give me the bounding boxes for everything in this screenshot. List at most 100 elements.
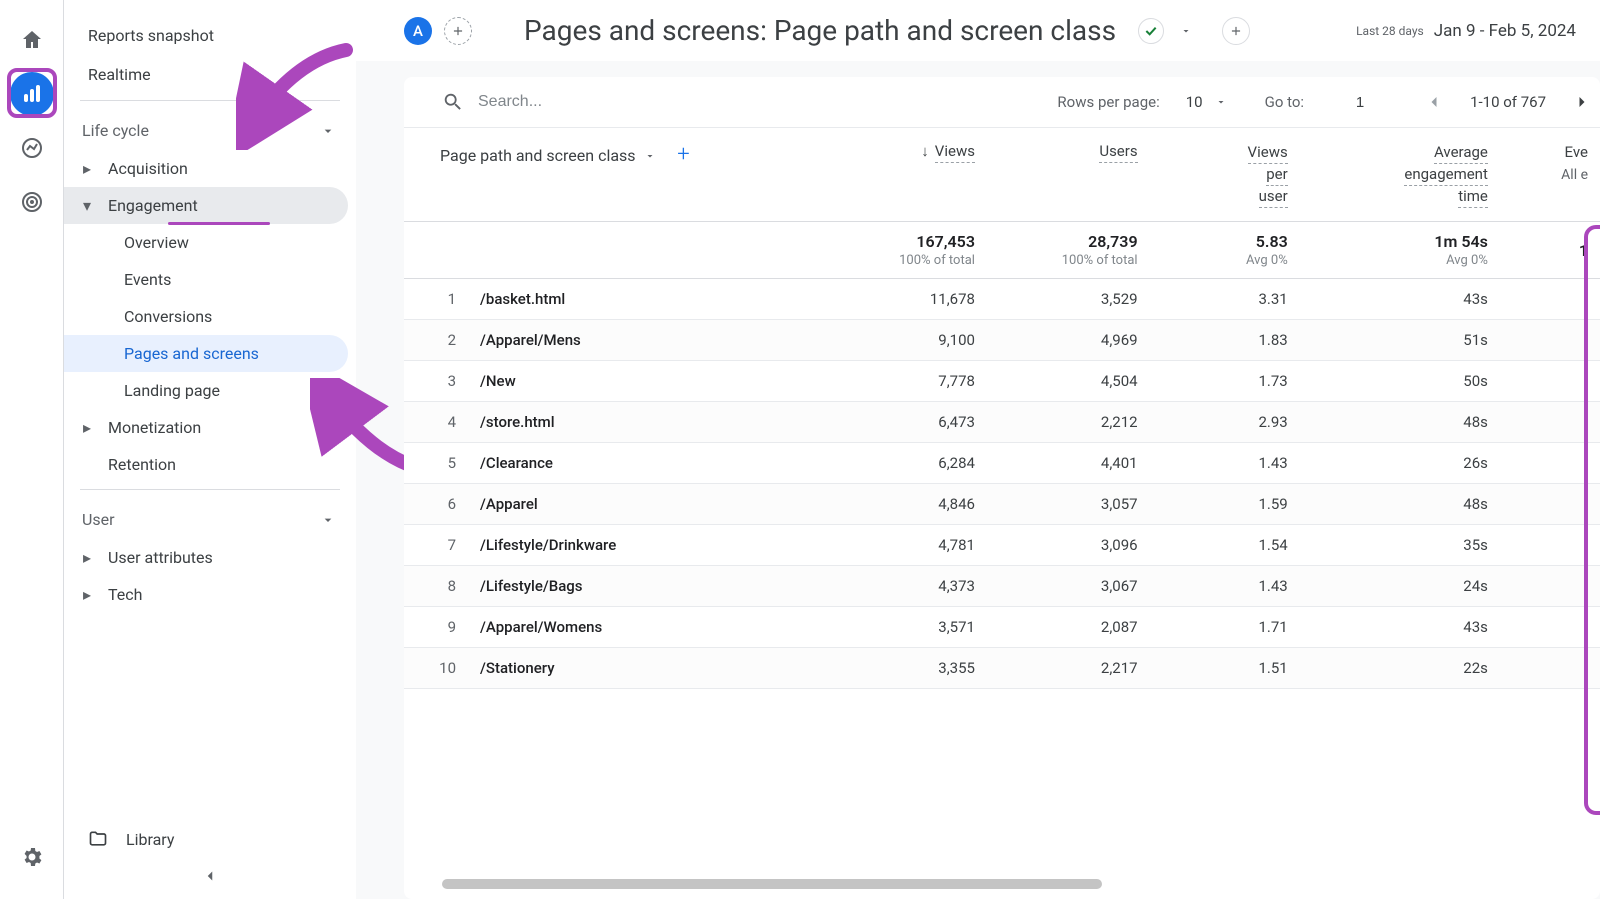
table-row[interactable]: 10/Stationery3,3552,2171.5122s [404, 648, 1600, 689]
sidebar-item-realtime[interactable]: Realtime [64, 55, 356, 94]
table-row[interactable]: 5/Clearance6,2844,4011.4326s [404, 443, 1600, 484]
sidebar-group-acquisition[interactable]: ▸ Acquisition [64, 150, 348, 187]
sidebar-group-tech[interactable]: ▸ Tech [64, 576, 348, 613]
row-views: 4,373 [849, 566, 987, 607]
add-comparison-button[interactable] [444, 17, 472, 45]
report-menu-dropdown[interactable] [1176, 25, 1196, 37]
chevron-left-icon [201, 867, 219, 885]
row-views: 6,284 [849, 443, 987, 484]
triangle-right-icon: ▸ [82, 585, 92, 604]
triangle-right-icon: ▸ [82, 418, 92, 437]
column-header-views[interactable]: ↓Views [849, 128, 987, 222]
row-aet: 35s [1300, 525, 1500, 566]
row-index: 4 [404, 402, 474, 443]
column-header-events[interactable]: Eve All e [1500, 128, 1600, 222]
column-header-avg-engagement-time[interactable]: Average engagement time [1300, 128, 1500, 222]
sidebar-item-label: Acquisition [108, 159, 188, 178]
row-aet: 24s [1300, 566, 1500, 607]
reports-icon[interactable] [10, 72, 54, 116]
sidebar-section-label: Life cycle [82, 121, 149, 140]
explore-icon[interactable] [10, 126, 54, 170]
date-range-picker[interactable]: Jan 9 - Feb 5, 2024 [1434, 21, 1576, 41]
column-header-views-per-user[interactable]: Views per user [1150, 128, 1300, 222]
sidebar-section-lifecycle[interactable]: Life cycle [64, 111, 356, 150]
horizontal-scrollbar[interactable] [442, 879, 1102, 889]
row-index: 2 [404, 320, 474, 361]
table-row[interactable]: 4/store.html6,4732,2122.9348s [404, 402, 1600, 443]
sidebar-group-monetization[interactable]: ▸ Monetization [64, 409, 348, 446]
chevron-down-icon [320, 512, 336, 528]
home-icon[interactable] [10, 18, 54, 62]
row-index: 3 [404, 361, 474, 402]
table-row[interactable]: 2/Apparel/Mens9,1004,9691.8351s [404, 320, 1600, 361]
segment-badge[interactable]: A [404, 17, 432, 45]
rows-per-page-select[interactable]: 10 [1168, 93, 1207, 111]
row-views: 11,678 [849, 279, 987, 320]
sidebar-item-label: Engagement [108, 196, 198, 215]
plus-icon [451, 24, 465, 38]
row-path: /New [474, 361, 849, 402]
row-aet: 43s [1300, 279, 1500, 320]
goto-input[interactable] [1342, 94, 1378, 111]
row-path: /Lifestyle/Drinkware [474, 525, 849, 566]
row-path: /Lifestyle/Bags [474, 566, 849, 607]
row-vpu: 1.83 [1150, 320, 1300, 361]
prev-page-button[interactable] [1416, 92, 1452, 112]
sidebar-section-user[interactable]: User [64, 500, 356, 539]
row-path: /Apparel/Mens [474, 320, 849, 361]
advertising-icon[interactable] [10, 180, 54, 224]
caret-down-icon [1215, 96, 1227, 108]
dimension-label: Page path and screen class [440, 146, 636, 165]
table-toolbar: Rows per page: 10 Go to: 1-10 of 767 [404, 77, 1600, 128]
table-row[interactable]: 8/Lifestyle/Bags4,3733,0671.4324s [404, 566, 1600, 607]
row-users: 2,087 [987, 607, 1150, 648]
row-vpu: 3.31 [1150, 279, 1300, 320]
table-row[interactable]: 6/Apparel4,8463,0571.5948s [404, 484, 1600, 525]
row-users: 4,969 [987, 320, 1150, 361]
row-aet: 22s [1300, 648, 1500, 689]
row-index: 7 [404, 525, 474, 566]
table-row[interactable]: 9/Apparel/Womens3,5712,0871.7143s [404, 607, 1600, 648]
row-vpu: 1.73 [1150, 361, 1300, 402]
sidebar-item-snapshot[interactable]: Reports snapshot [64, 16, 356, 55]
sidebar-sub-conversions[interactable]: Conversions [64, 298, 348, 335]
sidebar-section-label: User [82, 510, 115, 529]
row-index: 6 [404, 484, 474, 525]
dimension-picker[interactable]: Page path and screen class [440, 146, 656, 165]
sidebar: Reports snapshot Realtime Life cycle ▸ A… [64, 0, 356, 899]
sidebar-sub-pages[interactable]: Pages and screens [64, 335, 348, 372]
sidebar-item-label: Tech [108, 585, 142, 604]
next-page-button[interactable] [1564, 92, 1600, 112]
row-path: /Apparel/Womens [474, 607, 849, 648]
add-report-button[interactable] [1222, 17, 1250, 45]
sidebar-group-retention[interactable]: Retention [64, 446, 348, 483]
collapse-sidebar-button[interactable] [64, 861, 356, 899]
table-row[interactable]: 1/basket.html11,6783,5293.3143s [404, 279, 1600, 320]
row-vpu: 1.59 [1150, 484, 1300, 525]
settings-icon[interactable] [10, 835, 54, 879]
plus-icon [1229, 24, 1243, 38]
triangle-right-icon: ▸ [82, 159, 92, 178]
rows-per-page-label: Rows per page: [1057, 93, 1159, 111]
row-users: 2,217 [987, 648, 1150, 689]
data-table: Page path and screen class + ↓Views User… [404, 128, 1600, 689]
search-input[interactable] [478, 93, 718, 111]
row-aet: 48s [1300, 402, 1500, 443]
add-dimension-button[interactable]: + [677, 142, 689, 167]
folder-icon [88, 829, 108, 849]
sidebar-sub-events[interactable]: Events [64, 261, 348, 298]
table-row[interactable]: 3/New7,7784,5041.7350s [404, 361, 1600, 402]
goto-label: Go to: [1265, 93, 1304, 111]
row-index: 8 [404, 566, 474, 607]
sidebar-group-engagement[interactable]: ▾ Engagement [64, 187, 348, 224]
row-views: 3,571 [849, 607, 987, 648]
column-header-users[interactable]: Users [987, 128, 1150, 222]
status-check-icon[interactable] [1138, 18, 1164, 44]
sidebar-library[interactable]: Library [64, 817, 356, 861]
row-aet: 50s [1300, 361, 1500, 402]
sidebar-sub-overview[interactable]: Overview [64, 224, 348, 261]
sidebar-sub-landing[interactable]: Landing page [64, 372, 348, 409]
table-row[interactable]: 7/Lifestyle/Drinkware4,7813,0961.5435s [404, 525, 1600, 566]
row-views: 3,355 [849, 648, 987, 689]
sidebar-group-user-attributes[interactable]: ▸ User attributes [64, 539, 348, 576]
